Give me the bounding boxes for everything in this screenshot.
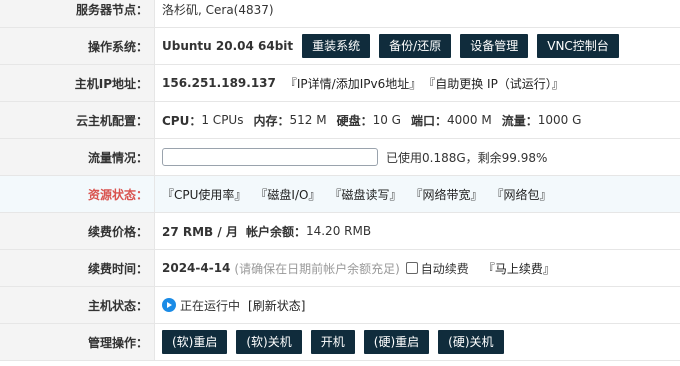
row-status: 主机状态： 正在运行中 [刷新状态] [0,287,680,324]
balance-value: 14.20 RMB [305,224,372,238]
renew-date: 2024-4-14 [162,261,231,275]
cpu-value: 1 CPUs [201,113,244,127]
row-traffic: 流量情况： 已使用0.188G，剩余99.98% [0,139,680,176]
server-node-label: 服务器节点： [0,0,155,27]
os-label: 操作系统： [0,28,155,64]
resource-label: 资源状态： [0,176,155,212]
price-value: 27 RMB / 月 [162,224,238,239]
soft-shutdown-button[interactable]: (软)关机 [236,330,302,354]
change-ip-link[interactable]: 『自助更换 IP（试运行）』 [423,75,564,92]
port-value: 4000 M [446,113,492,127]
server-node-value: 洛杉矶, Cera(4837) [162,2,274,17]
cpu-label: CPU： [162,113,202,128]
reinstall-os-button[interactable]: 重装系统 [302,34,371,58]
bandwidth-link[interactable]: 『网络带宽』 [410,186,482,203]
row-server-node: 服务器节点： 洛杉矶, Cera(4837) [0,0,680,28]
disk-value: 10 G [372,113,401,127]
auto-renew-checkbox[interactable] [405,262,418,274]
server-info-table: 服务器节点： 洛杉矶, Cera(4837) 操作系统： Ubuntu 20.0… [0,0,680,361]
row-price: 续费价格： 27 RMB / 月 帐户余额： 14.20 RMB [0,213,680,250]
config-label: 云主机配置： [0,102,155,138]
disk-io-link[interactable]: 『磁盘I/O』 [255,186,320,203]
status-text: 正在运行中 [180,298,241,313]
row-renew: 续费时间： 2024-4-14 (请确保在日期前帐户余额充足) 自动续费 『马上… [0,250,680,287]
vnc-console-button[interactable]: VNC控制台 [537,34,619,58]
disk-rw-link[interactable]: 『磁盘读写』 [329,186,401,203]
balance-label: 帐户余额： [245,224,306,239]
renew-now-link[interactable]: 『马上续费』 [483,260,555,277]
hard-reboot-button[interactable]: (硬)重启 [363,330,430,354]
ip-details-link[interactable]: 『IP详情/添加IPv6地址』 [285,75,421,92]
soft-reboot-button[interactable]: (软)重启 [162,330,228,354]
power-on-button[interactable]: 开机 [310,330,355,354]
renew-note: (请确保在日期前帐户余额充足) [234,261,400,276]
device-manage-button[interactable]: 设备管理 [460,34,529,58]
traffic-label: 流量情况： [0,139,155,175]
ip-value: 156.251.189.137 [162,76,276,90]
row-manage: 管理操作： (软)重启 (软)关机 开机 (硬)重启 (硬)关机 [0,324,680,361]
play-icon [162,298,176,312]
disk-label: 硬盘： [336,113,373,128]
hard-shutdown-button[interactable]: (硬)关机 [438,330,504,354]
cpu-usage-link[interactable]: 『CPU使用率』 [162,186,246,203]
row-os: 操作系统： Ubuntu 20.04 64bit 重装系统 备份/还原 设备管理… [0,28,680,65]
backup-restore-button[interactable]: 备份/还原 [379,34,452,58]
renew-label: 续费时间： [0,250,155,286]
flow-label: 流量： [501,113,538,128]
price-label: 续费价格： [0,213,155,249]
row-ip: 主机IP地址： 156.251.189.137 『IP详情/添加IPv6地址』 … [0,65,680,102]
manage-label: 管理操作： [0,324,155,360]
memory-value: 512 M [289,113,327,127]
ip-label: 主机IP地址： [0,65,155,101]
network-packets-link[interactable]: 『网络包』 [491,186,551,203]
row-config: 云主机配置： CPU： 1 CPUs 内存： 512 M 硬盘： 10 G 端口… [0,102,680,139]
auto-renew-label[interactable]: 自动续费 [421,260,469,277]
status-label: 主机状态： [0,287,155,323]
traffic-progress-bar [162,148,378,166]
row-resource: 资源状态： 『CPU使用率』 『磁盘I/O』 『磁盘读写』 『网络带宽』 『网络… [0,176,680,213]
memory-label: 内存： [253,113,290,128]
port-label: 端口： [410,113,447,128]
os-value: Ubuntu 20.04 64bit [162,39,294,53]
refresh-status-link[interactable]: [刷新状态] [248,297,305,314]
flow-value: 1000 G [537,113,582,127]
traffic-text: 已使用0.188G，剩余99.98% [386,150,548,165]
